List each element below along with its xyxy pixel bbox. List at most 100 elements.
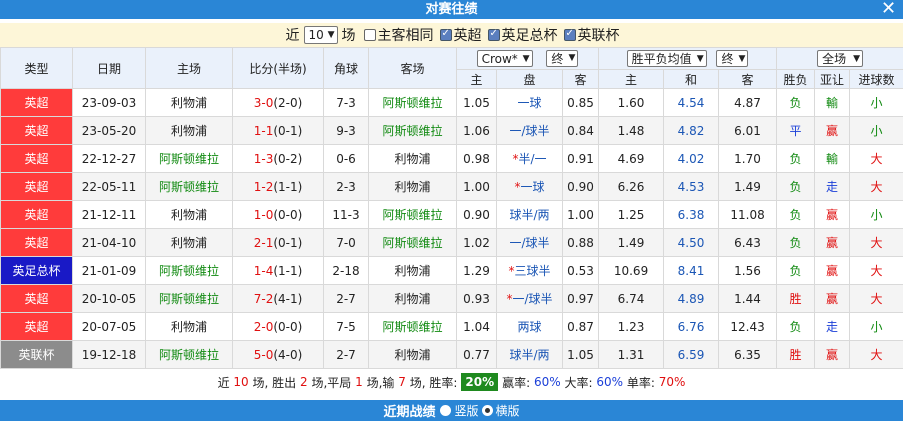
corner-cell: 2-7 [323,340,369,369]
filter-suffix: 场 [341,28,356,44]
away-team-cell[interactable]: 利物浦 [368,340,457,369]
odds-mode-select[interactable]: 终 ▼ [546,49,579,67]
score-cell[interactable]: 2-1(0-1) [232,228,324,257]
score-cell[interactable]: 1-1(0-1) [232,116,324,145]
away-team-cell[interactable]: 阿斯顿维拉 [368,228,457,257]
league-cell[interactable]: 英联杯 [0,340,73,369]
score-cell[interactable]: 2-0(0-0) [232,312,324,341]
horizontal-radio[interactable] [481,405,493,416]
odds-away-cell: 0.53 [561,256,600,285]
corner-cell: 2-18 [323,256,369,285]
odds-line-cell: 一球 [496,88,563,117]
euro-win-cell: 1.49 [598,228,665,257]
euro-win-cell: 1.60 [598,88,665,117]
vertical-label: 竖版 [454,404,479,418]
away-team-cell[interactable]: 阿斯顿维拉 [368,116,457,145]
away-team-cell[interactable]: 利物浦 [368,284,457,313]
league-cell[interactable]: 英超 [0,144,73,173]
euro-draw-cell: 6.38 [663,200,720,229]
home-team-cell[interactable]: 利物浦 [145,200,233,229]
league-checkbox-league-cup[interactable]: 英联杯 [560,25,620,45]
home-team-cell[interactable]: 利物浦 [145,88,233,117]
league-checkbox-premier[interactable]: 英超 [436,25,482,45]
score-cell[interactable]: 1-0(0-0) [232,200,324,229]
score-cell[interactable]: 3-0(2-0) [232,88,324,117]
home-team-cell[interactable]: 阿斯顿维拉 [145,284,233,313]
handicap-cell: 赢 [814,284,851,313]
goals-cell: 大 [849,284,903,313]
league-cell[interactable]: 英超 [0,284,73,313]
odd-rate: 70% [658,375,686,389]
odds-line-cell: *半/一 [496,144,563,173]
col-date: 日期 [72,47,146,89]
goals-cell: 大 [849,144,903,173]
score-cell[interactable]: 1-4(1-1) [232,256,324,285]
table-row: 英超 21-12-11 利物浦 1-0(0-0) 11-3 阿斯顿维拉 0.90 球半/两 1.… [0,200,903,229]
league-cell[interactable]: 英足总杯 [0,256,73,285]
handicap-cell: 赢 [814,116,851,145]
corner-cell: 11-3 [323,200,369,229]
vertical-radio[interactable] [440,405,452,416]
recent-record-title: 近期战绩 [383,405,436,420]
league-cell[interactable]: 英超 [0,88,73,117]
home-team-cell[interactable]: 阿斯顿维拉 [145,144,233,173]
odds-line-cell: *一/球半 [496,284,563,313]
same-home-checkbox[interactable]: 主客相同 [360,25,434,45]
date-cell: 23-05-20 [72,116,146,145]
league-cell[interactable]: 英超 [0,116,73,145]
chevron-down-icon: ▼ [568,53,576,64]
home-team-cell[interactable]: 利物浦 [145,116,233,145]
handicap-cell: 赢 [814,340,851,369]
euro-mode-select[interactable]: 胜平负均值 ▼ [626,50,707,67]
close-icon[interactable]: ✕ [880,0,897,18]
home-team-cell[interactable]: 利物浦 [145,228,233,257]
home-team-cell[interactable]: 利物浦 [145,312,233,341]
same-home-label: 主客相同 [377,28,434,44]
filter-prefix: 近 [285,28,300,44]
col-odds-away: 客 [561,69,600,89]
match-count-select[interactable]: 10 ▼ [303,26,338,44]
away-team-cell[interactable]: 阿斯顿维拉 [368,200,457,229]
away-team-cell[interactable]: 阿斯顿维拉 [368,88,457,117]
date-cell: 20-07-05 [72,312,146,341]
euro-lose-cell: 1.70 [718,144,778,173]
table-row: 英超 21-04-10 利物浦 2-1(0-1) 7-0 阿斯顿维拉 1.02 一/球半 0.8… [0,228,903,257]
league-cell[interactable]: 英超 [0,172,73,201]
euro-odds-header: 胜平负均值 ▼ 终 ▼ [598,47,778,70]
league-cell[interactable]: 英超 [0,200,73,229]
summary-total: 10 [233,375,249,389]
euro-odds-mode-select[interactable]: 终 ▼ [716,50,749,67]
score-cell[interactable]: 5-0(4-0) [232,340,324,369]
away-team-cell[interactable]: 阿斯顿维拉 [368,312,457,341]
odds-away-cell: 0.87 [561,312,600,341]
date-cell: 23-09-03 [72,88,146,117]
euro-lose-cell: 1.44 [718,284,778,313]
handicap-cell: 走 [814,312,851,341]
score-cell[interactable]: 1-2(1-1) [232,172,324,201]
col-odds-home: 主 [456,69,497,89]
odds-home-cell: 0.77 [456,340,497,369]
league-cell[interactable]: 英超 [0,228,73,257]
home-team-cell[interactable]: 阿斯顿维拉 [145,340,233,369]
away-team-cell[interactable]: 利物浦 [368,144,457,173]
league-checkbox-fa-cup[interactable]: 英足总杯 [484,25,558,45]
window-title-bar: 对赛往绩 ✕ [0,0,903,19]
odds-away-cell: 0.97 [561,284,600,313]
handicap-cell: 走 [814,172,851,201]
score-cell[interactable]: 7-2(4-1) [232,284,324,313]
away-team-cell[interactable]: 利物浦 [368,172,457,201]
home-team-cell[interactable]: 阿斯顿维拉 [145,172,233,201]
corner-cell: 9-3 [323,116,369,145]
home-team-cell[interactable]: 阿斯顿维拉 [145,256,233,285]
company-select[interactable]: Crow* ▼ [476,50,533,68]
col-score: 比分(半场) [232,47,324,89]
big-rate: 60% [596,375,624,389]
league-cell[interactable]: 英超 [0,312,73,341]
corner-cell: 0-6 [323,144,369,173]
away-team-cell[interactable]: 利物浦 [368,256,457,285]
euro-lose-cell: 12.43 [718,312,778,341]
result-scope-select[interactable]: 全场 ▼ [817,50,864,67]
score-cell[interactable]: 1-3(0-2) [232,144,324,173]
euro-draw-cell: 4.50 [663,228,720,257]
table-row: 英超 22-05-11 阿斯顿维拉 1-2(1-1) 2-3 利物浦 1.00 *一球 0.90… [0,172,903,201]
